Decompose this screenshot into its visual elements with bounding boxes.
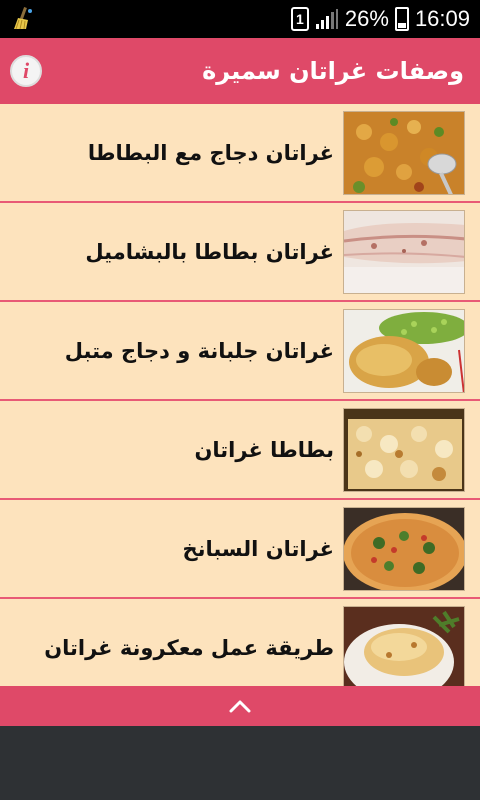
recipe-row[interactable]: غراتان بطاطا بالبشاميل [0,203,480,302]
recipe-title: غراتان جلبانة و دجاج متبل [64,339,334,363]
status-bar: 1 26% 16:09 [0,0,480,38]
battery-icon [394,7,409,31]
chevron-up-icon[interactable] [228,698,252,714]
recipe-thumbnail [343,507,465,591]
recipe-title: غراتان دجاج مع البطاطا [87,141,334,165]
recipe-row[interactable]: غراتان جلبانة و دجاج متبل [0,302,480,401]
recipe-row[interactable]: غراتان دجاج مع البطاطا [0,104,480,203]
recipe-title: بطاطا غراتان [194,438,334,462]
recipe-row[interactable]: غراتان السبانخ [0,500,480,599]
recipe-title: غراتان بطاطا بالبشاميل [85,240,334,264]
recipe-title: طريقة عمل معكرونة غراتان [44,636,334,660]
signal-icon [315,9,338,29]
recipe-list[interactable]: غراتان دجاج مع البطاطا غراتان بطاطا بالب… [0,104,480,686]
recipe-thumbnail [343,111,465,195]
clock: 16:09 [414,6,470,31]
system-nav-area [0,726,480,800]
recipe-thumbnail [343,210,465,294]
recipe-thumbnail [343,309,465,393]
battery-fill [397,22,406,28]
recipe-thumbnail [343,408,465,492]
app-title: وصفات غراتان سميرة [202,57,464,85]
recipe-row[interactable]: بطاطا غراتان [0,401,480,500]
recipe-row[interactable]: طريقة عمل معكرونة غراتان [0,599,480,686]
scroll-top-bar[interactable] [0,686,480,726]
cleaner-broom-icon [14,7,32,30]
battery-percent: 26% [344,6,389,31]
status-icons: 1 26% 16:09 [290,0,470,38]
recipe-thumbnail [343,606,465,686]
app-bar: i وصفات غراتان سميرة [0,38,480,104]
info-icon: i [22,58,30,83]
recipe-title: غراتان السبانخ [182,537,334,561]
sim-slot-label: 1 [295,11,304,27]
sim-slot-icon: 1 [290,7,309,31]
info-button[interactable]: i [10,55,42,87]
